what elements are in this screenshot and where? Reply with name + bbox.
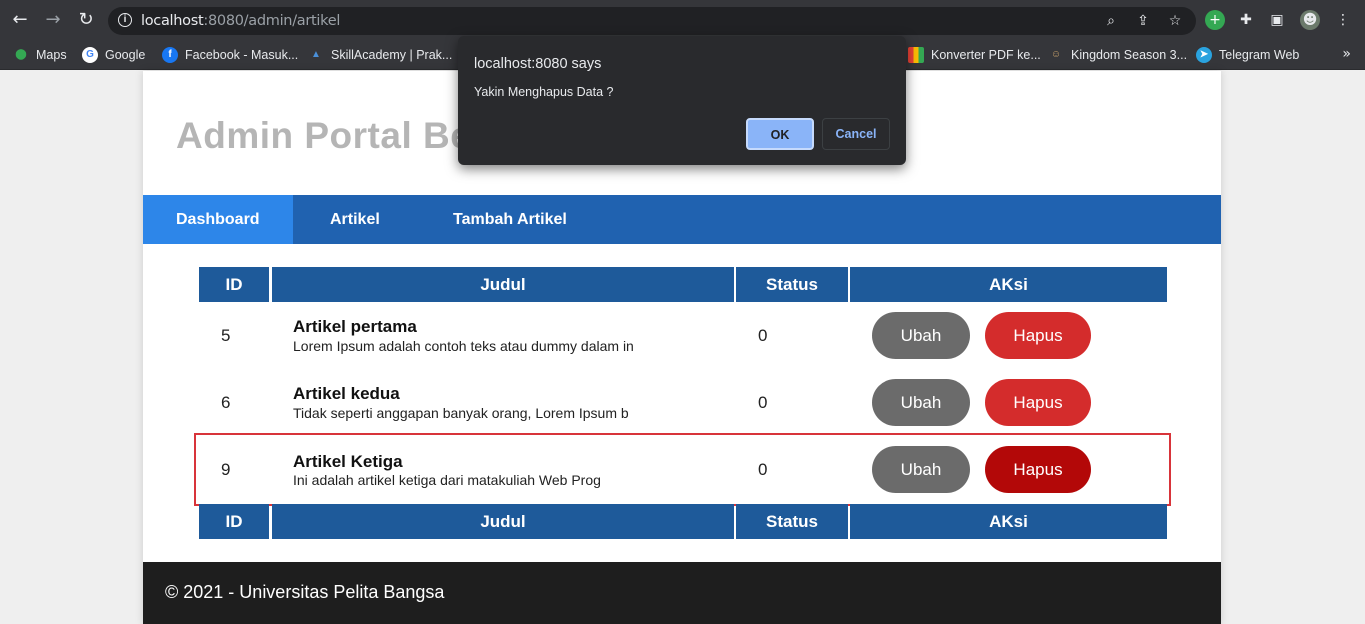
- browser-toolbar: ← → ↻ i localhost:8080/admin/artikel ⌕ ⇪…: [0, 0, 1365, 40]
- footer-header-judul: Judul: [272, 504, 734, 539]
- sidepanel-icon[interactable]: ▣: [1267, 10, 1287, 30]
- footer-header-id: ID: [199, 504, 269, 539]
- dialog-cancel-button[interactable]: Cancel: [822, 118, 890, 150]
- address-bar[interactable]: i localhost:8080/admin/artikel ⌕ ⇪ ☆: [108, 7, 1196, 35]
- zoom-icon[interactable]: ⌕: [1102, 12, 1120, 30]
- edit-button[interactable]: Ubah: [872, 446, 970, 493]
- site-info-icon[interactable]: i: [118, 13, 132, 27]
- header-aksi: AKsi: [850, 267, 1167, 302]
- bookmark-facebook[interactable]: f Facebook - Masuk...: [162, 44, 298, 66]
- row-id: 9: [221, 460, 231, 479]
- bookmark-label: Maps: [36, 48, 67, 62]
- edit-button[interactable]: Ubah: [872, 379, 970, 426]
- kingdom-icon: ☺: [1050, 49, 1062, 60]
- more-bookmarks-icon[interactable]: »: [1342, 46, 1351, 62]
- share-icon[interactable]: ⇪: [1134, 12, 1152, 30]
- bookmark-google[interactable]: G Google: [82, 44, 145, 66]
- nav-tambah-artikel[interactable]: Tambah Artikel: [453, 195, 567, 244]
- delete-button[interactable]: Hapus: [985, 312, 1091, 359]
- main-nav: Dashboard Artikel Tambah Artikel: [143, 195, 1221, 244]
- bookmark-label: SkillAcademy | Prak...: [331, 48, 453, 62]
- telegram-icon: ➤: [1196, 47, 1212, 63]
- delete-button[interactable]: Hapus: [985, 379, 1091, 426]
- row-desc: Ini adalah artikel ketiga dari matakulia…: [293, 472, 601, 488]
- url-path: :8080/admin/artikel: [203, 13, 341, 29]
- bookmark-label: Facebook - Masuk...: [185, 48, 299, 62]
- dialog-ok-button[interactable]: OK: [746, 118, 814, 150]
- pdf-converter-icon: ■: [908, 47, 924, 63]
- menu-kebab-icon[interactable]: ⋮: [1333, 10, 1353, 30]
- bookmark-konverter-pdf[interactable]: ■ Konverter PDF ke...: [908, 44, 1041, 66]
- star-icon[interactable]: ☆: [1166, 12, 1184, 30]
- bookmark-label: Konverter PDF ke...: [931, 48, 1041, 62]
- site-title: Admin Portal Be: [176, 115, 472, 156]
- site-footer: © 2021 - Universitas Pelita Bangsa: [143, 562, 1221, 624]
- dialog-message: Yakin Menghapus Data ?: [474, 85, 614, 99]
- back-icon[interactable]: ←: [9, 9, 31, 31]
- row-title: Artikel kedua: [293, 384, 400, 403]
- row-id: 6: [221, 393, 231, 412]
- row-title: Artikel pertama: [293, 317, 417, 336]
- footer-copyright: © 2021 - Universitas Pelita Bangsa: [165, 582, 445, 602]
- bookmark-label: Telegram Web: [1219, 48, 1300, 62]
- row-title: Artikel Ketiga: [293, 452, 403, 471]
- row-desc: Tidak seperti anggapan banyak orang, Lor…: [293, 405, 629, 421]
- edit-button[interactable]: Ubah: [872, 312, 970, 359]
- google-icon: G: [82, 47, 98, 63]
- bookmark-kingdom[interactable]: ☺ Kingdom Season 3...: [1048, 44, 1187, 66]
- nav-dashboard[interactable]: Dashboard: [143, 195, 293, 244]
- row-status: 0: [758, 326, 768, 345]
- forward-icon[interactable]: →: [42, 9, 64, 31]
- skillacademy-icon: ▲: [311, 49, 321, 60]
- row-id: 5: [221, 326, 231, 345]
- header-status: Status: [736, 267, 848, 302]
- bookmark-label: Kingdom Season 3...: [1071, 48, 1188, 62]
- facebook-icon: f: [162, 47, 178, 63]
- plus-extension-icon[interactable]: +: [1205, 10, 1225, 30]
- avatar[interactable]: ☻: [1300, 10, 1320, 30]
- bookmark-label: Google: [105, 48, 146, 62]
- footer-header-aksi: AKsi: [850, 504, 1167, 539]
- confirm-dialog: localhost:8080 says Yakin Menghapus Data…: [458, 36, 906, 165]
- row-status: 0: [758, 393, 768, 412]
- bookmark-maps[interactable]: ⬤ Maps: [13, 44, 67, 66]
- footer-header-status: Status: [736, 504, 848, 539]
- header-id: ID: [199, 267, 269, 302]
- delete-button[interactable]: Hapus: [985, 446, 1091, 493]
- dialog-title: localhost:8080 says: [474, 56, 602, 72]
- row-status: 0: [758, 460, 768, 479]
- nav-artikel[interactable]: Artikel: [330, 195, 380, 244]
- url-host: localhost: [141, 13, 204, 29]
- puzzle-icon[interactable]: ✚: [1236, 10, 1256, 30]
- bookmark-telegram[interactable]: ➤ Telegram Web: [1196, 44, 1299, 66]
- bookmark-skillacademy[interactable]: ▲ SkillAcademy | Prak...: [308, 44, 452, 66]
- row-desc: Lorem Ipsum adalah contoh teks atau dumm…: [293, 338, 634, 354]
- reload-icon[interactable]: ↻: [75, 9, 97, 31]
- url-text[interactable]: localhost:8080/admin/artikel: [141, 13, 340, 29]
- maps-icon: ⬤: [15, 49, 27, 60]
- header-judul: Judul: [272, 267, 734, 302]
